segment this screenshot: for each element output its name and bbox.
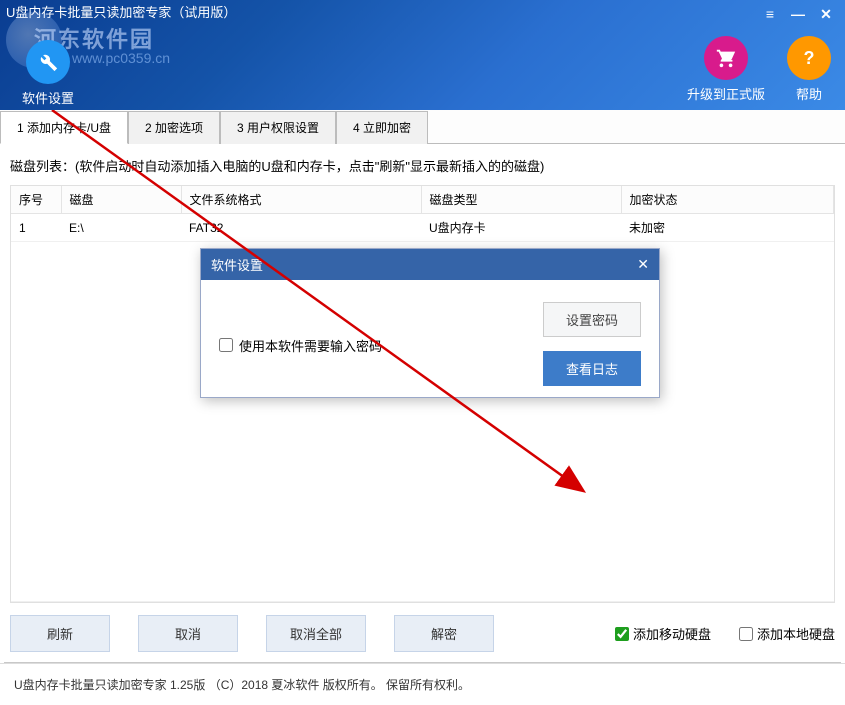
cell-type: U盘内存卡 [421, 214, 621, 242]
add-removable-checkbox[interactable]: 添加移动硬盘 [615, 624, 711, 643]
add-local-input[interactable] [739, 627, 753, 641]
watermark-url: www.pc0359.cn [72, 50, 170, 66]
cancel-button[interactable]: 取消 [138, 615, 238, 652]
dialog-title-text: 软件设置 [211, 255, 263, 274]
settings-dialog: 软件设置 ✕ 使用本软件需要输入密码 设置密码 查看日志 [200, 248, 660, 398]
set-password-button[interactable]: 设置密码 [543, 302, 641, 337]
col-type[interactable]: 磁盘类型 [421, 186, 621, 214]
view-log-button[interactable]: 查看日志 [543, 351, 641, 386]
disk-list-description: 磁盘列表：(软件启动时自动添加插入电脑的U盘和内存卡，点击"刷新"显示最新插入的… [10, 156, 835, 175]
tab-bar: 1 添加内存卡/U盘 2 加密选项 3 用户权限设置 4 立即加密 [0, 110, 845, 144]
cell-disk: E:\ [61, 214, 181, 242]
refresh-button[interactable]: 刷新 [10, 615, 110, 652]
help-label: 帮助 [787, 84, 831, 103]
cell-status: 未加密 [621, 214, 834, 242]
upgrade-label: 升级到正式版 [687, 84, 765, 103]
tab-encrypt-options[interactable]: 2 加密选项 [128, 111, 220, 144]
header-banner: U盘内存卡批量只读加密专家（试用版） ≡ — ✕ 河东软件园 www.pc035… [0, 0, 845, 110]
cell-fs: FAT32 [181, 214, 421, 242]
help-button[interactable]: ? 帮助 [787, 36, 831, 103]
add-local-label: 添加本地硬盘 [757, 624, 835, 643]
table-header-row: 序号 磁盘 文件系统格式 磁盘类型 加密状态 [11, 186, 834, 214]
settings-label: 软件设置 [22, 88, 74, 107]
add-removable-label: 添加移动硬盘 [633, 624, 711, 643]
bottom-toolbar: 刷新 取消 取消全部 解密 添加移动硬盘 添加本地硬盘 [0, 607, 845, 662]
require-password-checkbox[interactable]: 使用本软件需要输入密码 [219, 302, 382, 386]
svg-text:?: ? [804, 48, 815, 68]
col-fs[interactable]: 文件系统格式 [181, 186, 421, 214]
tab-user-permission[interactable]: 3 用户权限设置 [220, 111, 336, 144]
dialog-close-icon[interactable]: ✕ [637, 256, 649, 273]
cell-no: 1 [11, 214, 61, 242]
cancel-all-button[interactable]: 取消全部 [266, 615, 366, 652]
require-password-input[interactable] [219, 338, 233, 352]
tools-icon [26, 40, 70, 84]
cart-icon [704, 36, 748, 80]
menu-icon[interactable]: ≡ [761, 6, 779, 23]
minimize-icon[interactable]: — [789, 6, 807, 23]
add-local-checkbox[interactable]: 添加本地硬盘 [739, 624, 835, 643]
add-removable-input[interactable] [615, 627, 629, 641]
tab-encrypt-now[interactable]: 4 立即加密 [336, 111, 428, 144]
tab-add-disk[interactable]: 1 添加内存卡/U盘 [0, 111, 128, 144]
settings-button[interactable]: 软件设置 [22, 40, 74, 107]
col-status[interactable]: 加密状态 [621, 186, 834, 214]
close-icon[interactable]: ✕ [817, 6, 835, 23]
decrypt-button[interactable]: 解密 [394, 615, 494, 652]
upgrade-button[interactable]: 升级到正式版 [687, 36, 765, 103]
col-disk[interactable]: 磁盘 [61, 186, 181, 214]
col-no[interactable]: 序号 [11, 186, 61, 214]
table-row[interactable]: 1 E:\ FAT32 U盘内存卡 未加密 [11, 214, 834, 242]
footer-copyright: U盘内存卡批量只读加密专家 1.25版 （C）2018 夏冰软件 版权所有。 保… [0, 663, 845, 705]
question-icon: ? [787, 36, 831, 80]
require-password-label: 使用本软件需要输入密码 [239, 336, 382, 355]
